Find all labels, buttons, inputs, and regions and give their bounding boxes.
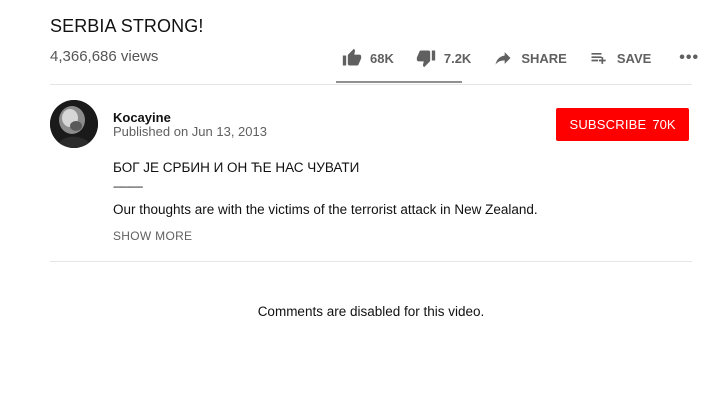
video-title: SERBIA STRONG! (50, 16, 204, 36)
dislike-button[interactable]: 7.2K (416, 48, 471, 68)
like-dislike-bar (336, 81, 462, 83)
more-horizontal-icon[interactable]: ••• (679, 49, 699, 67)
like-count: 68K (370, 50, 394, 66)
share-label: SHARE (521, 50, 567, 66)
like-ratio-fill (336, 81, 450, 83)
comments-disabled-message: Comments are disabled for this video. (257, 304, 485, 319)
publish-date: Published on Jun 13, 2013 (113, 124, 267, 139)
description-line: Our thoughts are with the victims of the… (113, 202, 538, 217)
channel-name[interactable]: Kocayine (113, 110, 171, 125)
save-label: SAVE (616, 50, 652, 66)
divider (50, 84, 692, 85)
share-button[interactable]: SHARE (493, 48, 567, 68)
save-button[interactable]: SAVE (589, 48, 651, 68)
avatar[interactable] (50, 100, 98, 148)
subscriber-count: 70K (652, 117, 676, 132)
playlist-add-icon (589, 48, 609, 68)
like-button[interactable]: 68K (342, 48, 394, 68)
thumb-up-icon (342, 48, 362, 68)
dislike-count: 7.2K (443, 50, 472, 66)
thumb-down-icon (416, 48, 436, 68)
view-count: 4,366,686 views (50, 48, 159, 65)
subscribe-label: SUBSCRIBE (569, 117, 647, 132)
divider (50, 261, 692, 262)
video-actions: 68K 7.2K SHARE SAVE ••• (342, 48, 699, 68)
show-more-button[interactable]: SHOW MORE (113, 229, 192, 243)
description-separator: ----------- (113, 181, 143, 193)
share-arrow-icon (493, 48, 513, 68)
description-line: БОГ ЈЕ СРБИН И ОН ЋЕ НАС ЧУВАТИ (113, 160, 360, 175)
subscribe-button[interactable]: SUBSCRIBE 70K (556, 108, 689, 141)
